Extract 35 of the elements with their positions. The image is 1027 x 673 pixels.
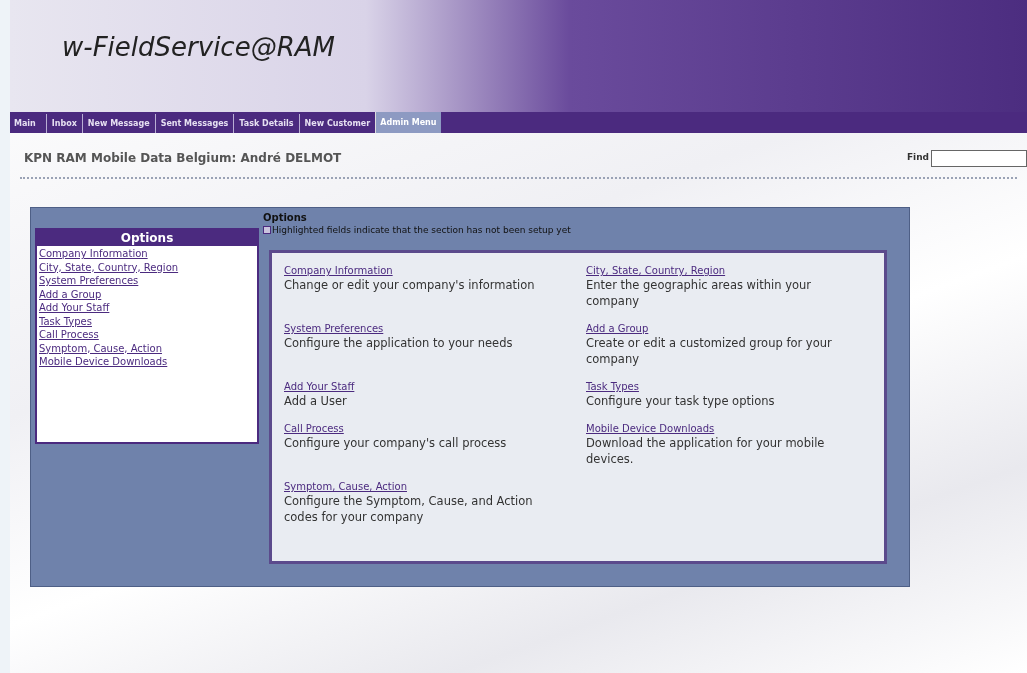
sidebar-link[interactable]: Company Information [39, 247, 148, 261]
highlight-swatch-icon [263, 226, 271, 234]
section-description: Enter the geographic areas within your company [586, 277, 812, 309]
section-link[interactable]: System Preferences [284, 323, 384, 335]
sidebar-link[interactable]: Task Types [39, 314, 92, 328]
options-title: Options [263, 212, 308, 224]
legend-text: Highlighted fields indicate that the section has not been setup yet [272, 224, 571, 236]
section-description: Add a User [284, 393, 348, 409]
app-title: w-FieldService@RAM [62, 30, 335, 64]
sidebar-link[interactable]: Call Process [39, 328, 99, 342]
sidebar-link[interactable]: Mobile Device Downloads [39, 355, 168, 369]
sidebar-title: Options [37, 230, 257, 246]
find-field[interactable] [931, 149, 1027, 167]
find-label: Find [906, 151, 929, 165]
section-link[interactable]: Company Information [284, 265, 393, 277]
page-heading: KPN RAM Mobile Data Belgium: André DELMOT [23, 150, 342, 167]
section-link[interactable]: Add a Group [586, 323, 649, 335]
section-description: Configure your company's call process [284, 435, 508, 451]
section-description: Create or edit a customized group for your company [586, 335, 833, 367]
section-link[interactable]: Add Your Staff [284, 381, 355, 393]
section-description: Download the application for your mobile devices. [586, 435, 826, 467]
section-description: Configure the application to your needs [284, 335, 514, 351]
section-description: Change or edit your company's information [284, 277, 536, 293]
section-link[interactable]: City, State, Country, Region [586, 265, 726, 277]
sidebar-link[interactable]: City, State, Country, Region [39, 260, 179, 274]
sidebar-link[interactable]: System Preferences [39, 274, 139, 288]
sidebar-link[interactable]: Add a Group [39, 287, 102, 301]
section-link[interactable]: Task Types [586, 381, 639, 393]
section-description: Configure the Symptom, Cause, and Action codes for your company [284, 493, 534, 525]
section-link[interactable]: Symptom, Cause, Action [284, 481, 407, 493]
section-description: Configure your task type options [586, 393, 776, 409]
sidebar-link[interactable]: Add Your Staff [39, 301, 110, 315]
section-link[interactable]: Mobile Device Downloads [586, 423, 715, 435]
sidebar-link[interactable]: Symptom, Cause, Action [39, 341, 162, 355]
section-link[interactable]: Call Process [284, 423, 344, 435]
